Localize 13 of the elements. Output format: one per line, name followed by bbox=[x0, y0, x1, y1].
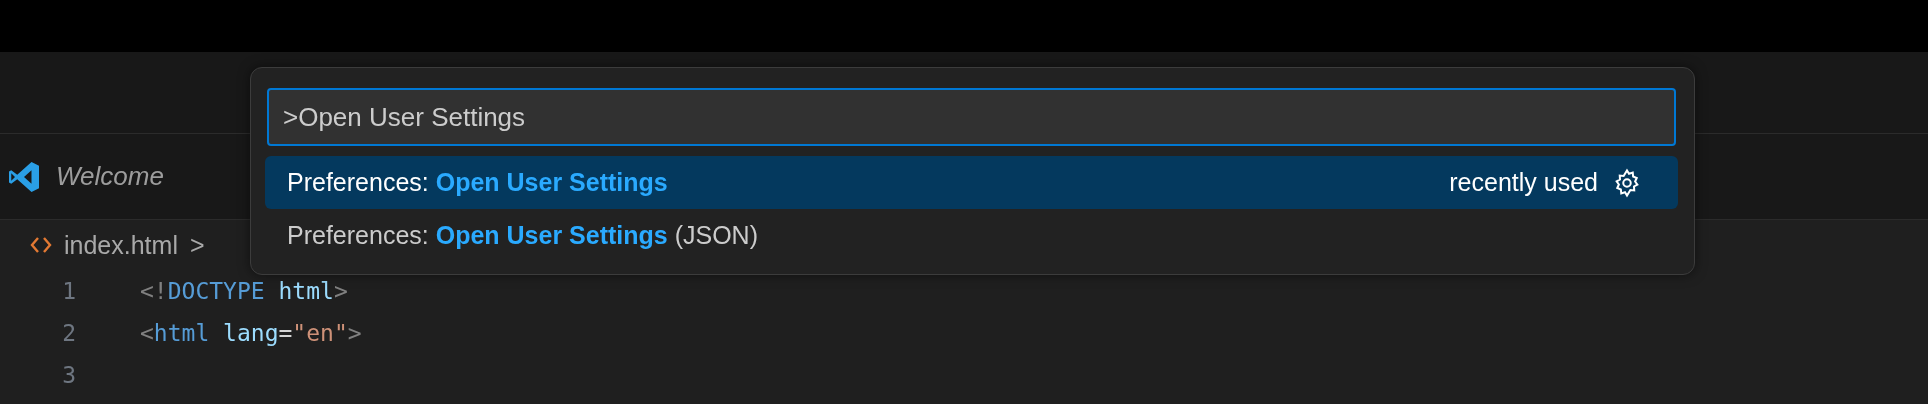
command-input[interactable]: >Open User Settings bbox=[267, 88, 1676, 146]
breadcrumb-item[interactable]: index.html bbox=[64, 230, 178, 260]
editor-tab[interactable]: Welcome bbox=[0, 134, 184, 219]
code-line: <html lang="en"> bbox=[140, 320, 362, 346]
line-number: 3 bbox=[61, 362, 77, 388]
code-line: <!DOCTYPE html> bbox=[140, 278, 348, 304]
breadcrumb-separator: > bbox=[189, 230, 205, 260]
code-file-icon bbox=[30, 235, 52, 255]
line-number: 1 bbox=[61, 278, 77, 304]
recently-used-label: recently used bbox=[1449, 168, 1598, 197]
command-item[interactable]: Preferences: Open User Settings recently used bbox=[265, 156, 1678, 209]
command-item[interactable]: Preferences: Open User Settings (JSON) bbox=[265, 209, 1678, 262]
line-number: 2 bbox=[61, 320, 77, 346]
